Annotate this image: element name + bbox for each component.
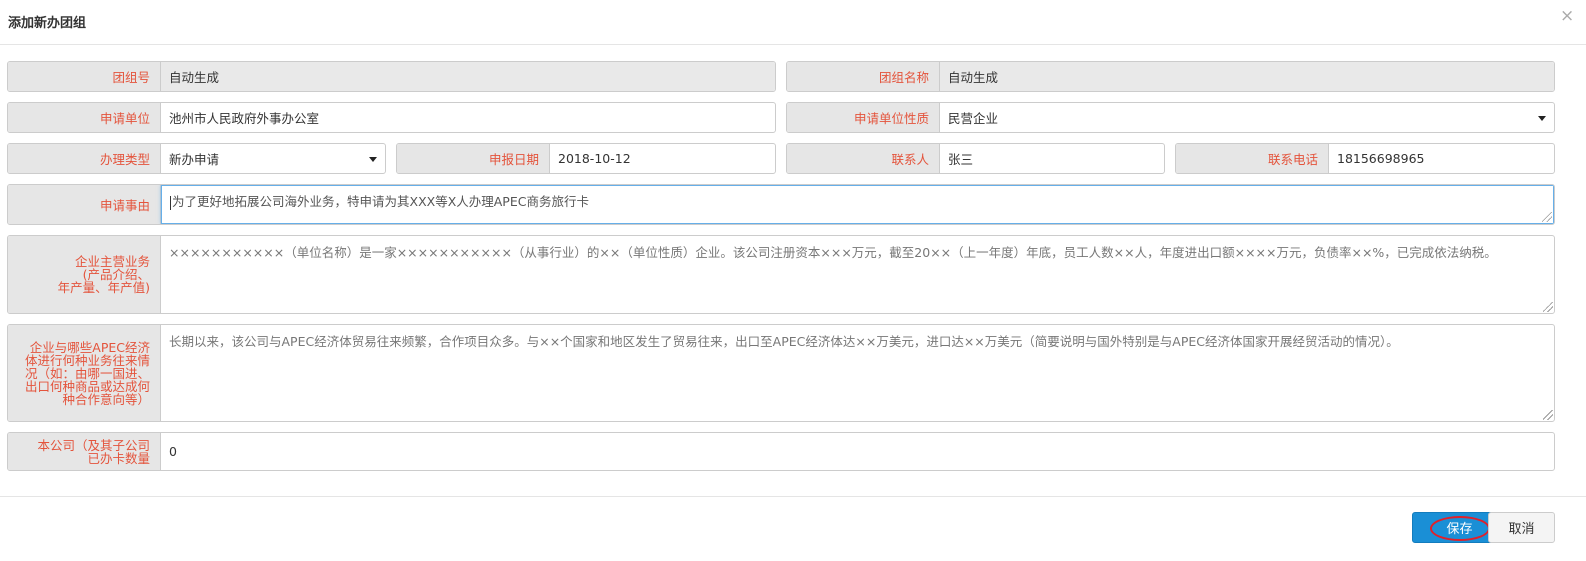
- report-date-input[interactable]: 2018-10-12: [550, 144, 775, 173]
- resize-handle-icon[interactable]: [1543, 302, 1553, 312]
- applicant-unit-input[interactable]: 池州市人民政府外事办公室: [161, 103, 775, 132]
- resize-handle-icon[interactable]: [1542, 212, 1552, 222]
- handle-type-select[interactable]: 新办申请: [161, 144, 385, 173]
- reason-text: 为了更好地拓展公司海外业务，特申请为其XXX等X人办理APEC商务旅行卡: [172, 194, 589, 209]
- cancel-button[interactable]: 取消: [1488, 512, 1555, 543]
- apec-business-label-line: 种合作意向等）: [62, 391, 150, 407]
- group-no-field: 团组号 自动生成: [7, 61, 776, 92]
- cancel-button-label: 取消: [1508, 522, 1535, 537]
- dialog-header: 添加新办团组 ×: [0, 0, 1586, 45]
- card-count-label: 本公司（及其子公司 已办卡数量: [8, 433, 161, 470]
- main-business-label: 企业主营业务 (产品介绍、 年产量、年产值): [8, 236, 161, 313]
- group-no-value: 自动生成: [161, 62, 775, 91]
- dialog-title: 添加新办团组: [8, 16, 87, 31]
- group-name-value: 自动生成: [940, 62, 1554, 91]
- apec-business-label-line: 企业与哪些APEC经济: [29, 339, 150, 355]
- card-count-label-line: 已办卡数量: [87, 450, 150, 466]
- report-date-label: 申报日期: [397, 144, 550, 173]
- apec-business-placeholder: 长期以来，该公司与APEC经济体贸易往来频繁，合作项目众多。与××个国家和地区发…: [169, 334, 1399, 349]
- unit-nature-value: 民营企业: [948, 111, 999, 126]
- reason-label: 申请事由: [8, 185, 161, 224]
- resize-handle-icon[interactable]: [1543, 410, 1553, 420]
- apec-business-label: 企业与哪些APEC经济 体进行何种业务往来情 况（如：由哪一国进、 出口何种商品…: [8, 325, 161, 421]
- unit-nature-select[interactable]: 民营企业: [940, 103, 1554, 132]
- unit-nature-field: 申请单位性质 民营企业: [786, 102, 1555, 133]
- contact-label: 联系人: [787, 144, 940, 173]
- apec-business-field: 企业与哪些APEC经济 体进行何种业务往来情 况（如：由哪一国进、 出口何种商品…: [7, 324, 1555, 422]
- apec-business-label-line: 况（如：由哪一国进、: [24, 365, 150, 381]
- applicant-unit-label: 申请单位: [8, 103, 161, 132]
- card-count-field: 本公司（及其子公司 已办卡数量 0: [7, 432, 1555, 471]
- card-count-input[interactable]: 0: [161, 433, 1554, 470]
- close-icon[interactable]: ×: [1560, 6, 1574, 26]
- group-name-label: 团组名称: [787, 62, 940, 91]
- applicant-unit-field: 申请单位 池州市人民政府外事办公室: [7, 102, 776, 133]
- main-business-textarea[interactable]: ×××××××××××（单位名称）是一家×××××××××××（从事行业）的××…: [161, 236, 1554, 313]
- highlight-ring: [1430, 516, 1490, 541]
- apec-business-label-line: 出口何种商品或达成何: [24, 378, 150, 394]
- main-business-placeholder: ×××××××××××（单位名称）是一家×××××××××××（从事行业）的××…: [169, 245, 1497, 260]
- group-no-label: 团组号: [8, 62, 161, 91]
- card-count-label-line: 本公司（及其子公司: [37, 437, 150, 453]
- contact-input[interactable]: 张三: [940, 144, 1164, 173]
- phone-input[interactable]: 18156698965: [1329, 144, 1554, 173]
- chevron-down-icon: [369, 156, 377, 162]
- phone-label: 联系电话: [1176, 144, 1329, 173]
- footer-divider: [0, 496, 1586, 497]
- apec-business-textarea[interactable]: 长期以来，该公司与APEC经济体贸易往来频繁，合作项目众多。与××个国家和地区发…: [161, 325, 1554, 421]
- unit-nature-label: 申请单位性质: [787, 103, 940, 132]
- handle-type-field: 办理类型 新办申请: [7, 143, 386, 174]
- group-name-field: 团组名称 自动生成: [786, 61, 1555, 92]
- main-business-label-line: 年产量、年产值): [57, 280, 150, 295]
- handle-type-label: 办理类型: [8, 144, 161, 173]
- main-business-field: 企业主营业务 (产品介绍、 年产量、年产值) ×××××××××××（单位名称）…: [7, 235, 1555, 314]
- reason-field: 申请事由 为了更好地拓展公司海外业务，特申请为其XXX等X人办理APEC商务旅行…: [7, 184, 1555, 225]
- chevron-down-icon: [1538, 115, 1546, 121]
- apec-business-label-line: 体进行何种业务往来情: [24, 352, 150, 368]
- report-date-field: 申报日期 2018-10-12: [396, 143, 776, 174]
- text-cursor: [170, 195, 171, 210]
- handle-type-value: 新办申请: [169, 152, 220, 167]
- phone-field: 联系电话 18156698965: [1175, 143, 1555, 174]
- contact-field: 联系人 张三: [786, 143, 1165, 174]
- reason-textarea[interactable]: 为了更好地拓展公司海外业务，特申请为其XXX等X人办理APEC商务旅行卡: [161, 185, 1554, 224]
